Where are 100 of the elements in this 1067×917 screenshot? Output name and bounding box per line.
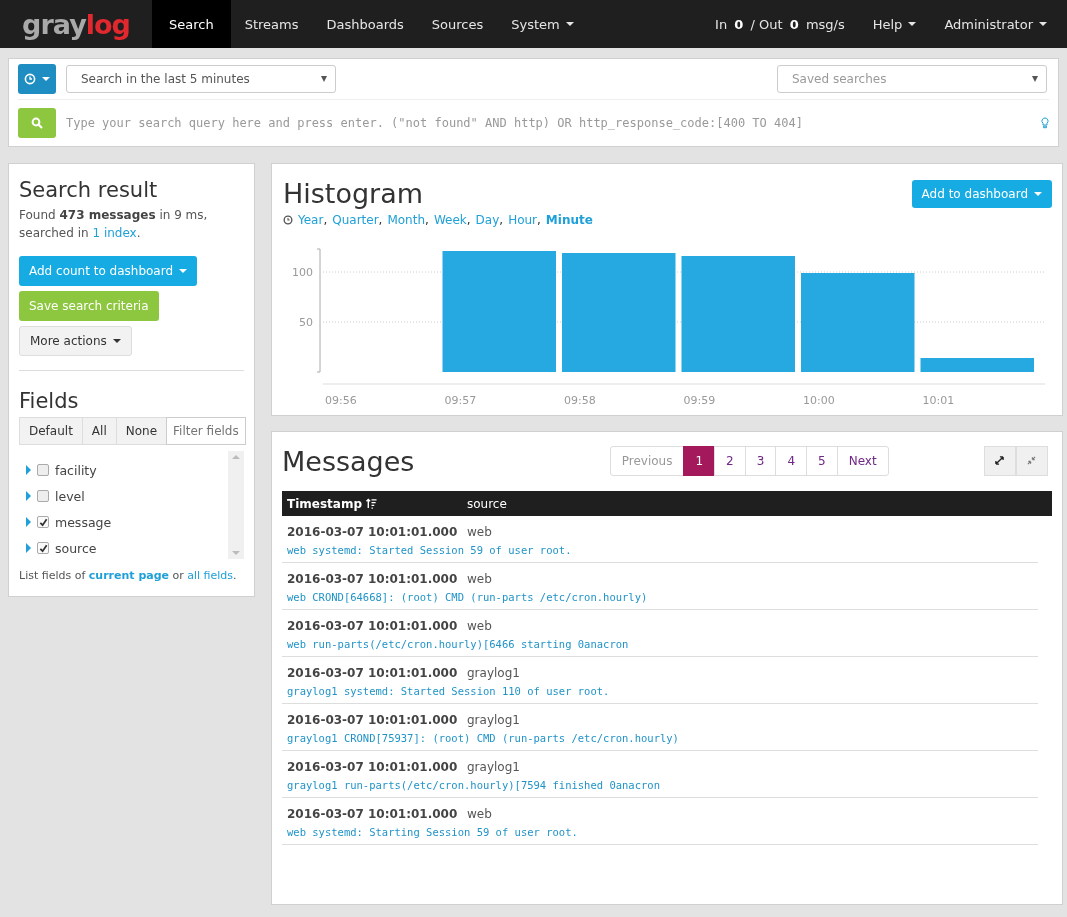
messages-title: Messages xyxy=(282,446,415,477)
pagination-link[interactable]: Next xyxy=(836,445,889,476)
field-name: level xyxy=(55,488,85,504)
resolution-link[interactable]: Week xyxy=(433,213,467,227)
caret-icon xyxy=(1034,192,1042,196)
search-button[interactable] xyxy=(18,108,56,138)
field-filter-button[interactable]: None xyxy=(115,417,168,445)
field-checkbox[interactable] xyxy=(37,490,49,502)
sidebar-title: Search result xyxy=(19,178,159,202)
message-text[interactable]: web systemd: Started Session 59 of user root. xyxy=(287,544,1033,556)
nav-tab[interactable]: Search xyxy=(152,0,231,48)
timestamp-cell-text: 2016-03-07 10:01:01.000 xyxy=(287,760,459,774)
separator-text: , xyxy=(323,213,328,227)
field-checkbox[interactable] xyxy=(37,542,49,554)
fields-link[interactable]: current page xyxy=(88,569,169,582)
field-checkbox[interactable] xyxy=(37,516,49,528)
field-name: facility xyxy=(55,462,97,478)
fields-title: Fields xyxy=(19,389,80,413)
clock-icon xyxy=(24,73,36,85)
message-text[interactable]: graylog1 run-parts(/etc/cron.hourly)[7594 finished 0anacron xyxy=(287,779,1033,791)
histogram-title: Histogram xyxy=(283,178,424,209)
field-name: message xyxy=(55,514,112,530)
resolution-link[interactable]: Year xyxy=(298,213,324,227)
expand-triangle-icon[interactable] xyxy=(26,491,31,501)
resolution-link[interactable]: Hour xyxy=(508,213,538,227)
resolution-link[interactable]: Quarter xyxy=(332,213,379,227)
nav-menu[interactable]: Administrator xyxy=(930,0,1061,48)
expand-triangle-icon[interactable] xyxy=(26,543,31,553)
scrollbar[interactable] xyxy=(228,451,244,559)
pagination-link[interactable]: 1 xyxy=(683,445,716,476)
separator-text: , xyxy=(425,213,429,227)
search-icon xyxy=(31,117,43,129)
timestamp-cell-text: 2016-03-07 10:01:01.000 xyxy=(287,619,459,633)
action-button[interactable]: More actions xyxy=(19,326,132,356)
timestamp-cell-text: 2016-03-07 10:01:01.000 xyxy=(287,807,459,821)
fields-footer-text: List fields of current page or all fields. xyxy=(19,569,238,582)
resolution-link[interactable]: Day xyxy=(475,213,500,227)
expand-triangle-icon[interactable] xyxy=(26,465,31,475)
message-text[interactable]: web systemd: Starting Session 59 of user root. xyxy=(287,826,1033,838)
nav-tab[interactable]: Sources xyxy=(417,0,498,48)
caret-icon xyxy=(42,77,50,81)
lightbulb-icon[interactable] xyxy=(1041,117,1049,129)
logo[interactable]: graylog xyxy=(0,0,152,48)
source-cell: graylog1 xyxy=(467,713,520,727)
nav-menu[interactable]: Help xyxy=(858,0,931,48)
message-text[interactable]: graylog1 systemd: Started Session 110 of user root. xyxy=(287,685,1033,697)
scroll-up-icon[interactable] xyxy=(232,455,240,459)
dropdown-arrow-icon xyxy=(1032,76,1038,82)
x-tick-label: 10:01 xyxy=(922,394,955,407)
time-range-select[interactable]: Search in the last 5 minutes xyxy=(66,65,336,93)
saved-searches-select[interactable]: Saved searches xyxy=(777,65,1047,93)
x-tick-label: 09:59 xyxy=(683,394,716,407)
sort-icon[interactable] xyxy=(366,498,377,509)
pagination-link[interactable]: 5 xyxy=(806,445,838,476)
column-header[interactable]: source xyxy=(467,496,507,511)
source-cell: web xyxy=(467,572,492,586)
message-text[interactable]: web CROND[64668]: (root) CMD (run-parts /etc/cron.hourly) xyxy=(287,591,1033,603)
filter-fields-input[interactable]: Filter fields xyxy=(166,417,247,445)
scroll-down-icon[interactable] xyxy=(232,551,240,555)
add-to-dashboard-button[interactable]: Add to dashboard xyxy=(911,180,1052,208)
field-filter-button[interactable]: All xyxy=(81,417,117,445)
pagination-link[interactable]: 2 xyxy=(714,445,746,476)
message-text[interactable]: web run-parts(/etc/cron.hourly)[6466 starting 0anacron xyxy=(287,638,1033,650)
source-cell: graylog1 xyxy=(467,760,520,774)
expand-triangle-icon[interactable] xyxy=(26,517,31,527)
y-tick-label: 100 xyxy=(292,266,313,279)
caret-icon xyxy=(1039,22,1047,26)
action-button[interactable]: Save search criteria xyxy=(19,291,159,321)
action-button[interactable]: Add count to dashboard xyxy=(19,256,198,286)
field-name: source xyxy=(55,540,97,556)
resolution-link[interactable]: Minute xyxy=(545,213,593,227)
timestamp-cell-text: 2016-03-07 10:01:01.000 xyxy=(287,713,459,727)
expand-button[interactable] xyxy=(984,445,1016,476)
field-filter-button[interactable]: Default xyxy=(19,417,83,445)
source-cell: graylog1 xyxy=(467,666,520,680)
dropdown-arrow-icon xyxy=(321,76,327,82)
column-header[interactable]: Timestamp xyxy=(287,496,362,511)
y-tick-label: 50 xyxy=(299,316,313,329)
clock-icon xyxy=(283,215,293,225)
x-tick-label: 09:57 xyxy=(444,394,477,407)
timestamp-cell-text: 2016-03-07 10:01:01.000 xyxy=(287,525,459,539)
nav-tab[interactable]: Streams xyxy=(230,0,313,48)
nav-tab[interactable]: Dashboards xyxy=(312,0,418,48)
separator-text: , xyxy=(537,213,541,227)
message-text[interactable]: graylog1 CROND[75937]: (root) CMD (run-parts /etc/cron.hourly) xyxy=(287,732,1033,744)
separator-text: , xyxy=(378,213,383,227)
resolution-link[interactable]: Month xyxy=(387,213,426,227)
collapse-icon xyxy=(1027,456,1037,465)
index-link[interactable]: 1 index xyxy=(92,226,137,240)
field-checkbox[interactable] xyxy=(37,464,49,476)
throughput-text: In 0 / Out 0 msg/s xyxy=(714,15,846,34)
pagination-link[interactable]: 3 xyxy=(744,445,777,476)
separator-text: , xyxy=(466,213,471,227)
caret-icon xyxy=(908,22,917,26)
source-cell: web xyxy=(467,619,492,633)
pagination-link[interactable]: 4 xyxy=(775,445,808,476)
time-range-button[interactable] xyxy=(18,64,56,94)
nav-tab[interactable]: System xyxy=(497,0,588,48)
result-summary: Found 473 messages in 9 ms, searched in 1 index. xyxy=(19,207,209,242)
timestamp-cell-text: 2016-03-07 10:01:01.000 xyxy=(287,572,459,586)
